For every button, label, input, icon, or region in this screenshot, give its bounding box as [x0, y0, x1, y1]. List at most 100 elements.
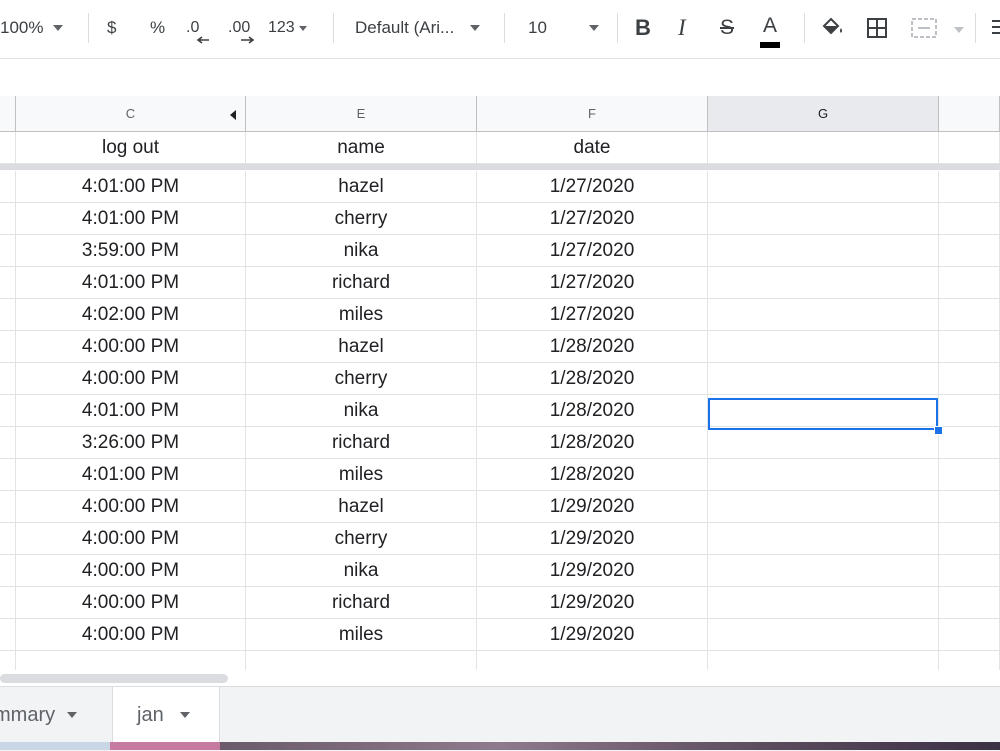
chevron-down-icon[interactable]	[67, 712, 78, 718]
cell[interactable]	[0, 395, 16, 427]
cell-date[interactable]: 1/28/2020	[477, 395, 708, 427]
cell[interactable]	[939, 267, 1000, 299]
cell-log-out[interactable]: 4:01:00 PM	[16, 203, 246, 235]
cell-name[interactable]: miles	[246, 299, 477, 331]
cell-name[interactable]: cherry	[246, 363, 477, 395]
cell[interactable]	[0, 203, 16, 235]
cell[interactable]	[0, 299, 16, 331]
column-header-h[interactable]	[939, 96, 1000, 132]
cell-name[interactable]	[246, 651, 477, 670]
cell-date[interactable]: 1/29/2020	[477, 555, 708, 587]
cell-date[interactable]	[477, 651, 708, 670]
column-header-e[interactable]: E	[246, 96, 477, 132]
header-cell-g[interactable]	[708, 132, 939, 164]
italic-button[interactable]: I	[678, 14, 686, 42]
cell-date[interactable]: 1/27/2020	[477, 267, 708, 299]
header-cell-date[interactable]: date	[477, 132, 708, 164]
cell-name[interactable]: hazel	[246, 171, 477, 203]
cell[interactable]	[939, 459, 1000, 491]
column-header-f[interactable]: F	[477, 96, 708, 132]
cell[interactable]	[939, 171, 1000, 203]
cell-name[interactable]: miles	[246, 619, 477, 651]
font-size-select[interactable]: 10	[528, 14, 599, 42]
cell[interactable]	[0, 267, 16, 299]
column-header-b-edge[interactable]	[0, 96, 16, 132]
hidden-columns-left-arrow-icon[interactable]	[230, 110, 236, 120]
cell-name[interactable]: miles	[246, 459, 477, 491]
cell[interactable]	[939, 235, 1000, 267]
cell-g[interactable]	[708, 171, 939, 203]
cell-name[interactable]: hazel	[246, 491, 477, 523]
chevron-down-icon[interactable]	[954, 27, 964, 33]
text-color-button[interactable]: A	[760, 14, 781, 48]
header-cell-name[interactable]: name	[246, 132, 477, 164]
cell[interactable]	[0, 171, 16, 203]
format-currency-button[interactable]: $	[107, 14, 116, 42]
cell-g[interactable]	[708, 299, 939, 331]
cell[interactable]	[0, 235, 16, 267]
formula-bar[interactable]	[0, 59, 1000, 97]
cell-log-out[interactable]	[16, 651, 246, 670]
cell-name[interactable]: richard	[246, 427, 477, 459]
cell-log-out[interactable]: 4:00:00 PM	[16, 363, 246, 395]
cell-g[interactable]	[708, 363, 939, 395]
frozen-row-divider[interactable]	[0, 164, 1000, 170]
cell-log-out[interactable]: 4:00:00 PM	[16, 587, 246, 619]
cell[interactable]	[939, 523, 1000, 555]
cell-g[interactable]	[708, 203, 939, 235]
cell[interactable]	[0, 132, 16, 164]
cell[interactable]	[0, 619, 16, 651]
chevron-down-icon[interactable]	[179, 712, 190, 718]
cell-date[interactable]: 1/27/2020	[477, 171, 708, 203]
cell[interactable]	[939, 203, 1000, 235]
cell-g[interactable]	[708, 523, 939, 555]
cell-g[interactable]	[708, 235, 939, 267]
cell-g[interactable]	[708, 459, 939, 491]
cell[interactable]	[939, 363, 1000, 395]
borders-icon[interactable]	[866, 17, 888, 39]
cell-name[interactable]: nika	[246, 395, 477, 427]
format-percent-button[interactable]: %	[150, 14, 165, 42]
cell-date[interactable]: 1/29/2020	[477, 523, 708, 555]
bold-button[interactable]: B	[635, 14, 651, 42]
cell[interactable]	[0, 523, 16, 555]
cell-log-out[interactable]: 4:00:00 PM	[16, 619, 246, 651]
cell-date[interactable]: 1/28/2020	[477, 363, 708, 395]
cell-g[interactable]	[708, 619, 939, 651]
cell-log-out[interactable]: 4:01:00 PM	[16, 267, 246, 299]
cell-log-out[interactable]: 4:00:00 PM	[16, 555, 246, 587]
cell-log-out[interactable]: 4:01:00 PM	[16, 459, 246, 491]
cell[interactable]	[0, 363, 16, 395]
cell-log-out[interactable]: 4:00:00 PM	[16, 331, 246, 363]
cell-log-out[interactable]: 4:02:00 PM	[16, 299, 246, 331]
cell-log-out[interactable]: 4:01:00 PM	[16, 171, 246, 203]
cell-name[interactable]: cherry	[246, 523, 477, 555]
sheet-tab-jan[interactable]: jan	[112, 687, 220, 743]
active-cell-selection[interactable]	[708, 398, 938, 430]
cell-date[interactable]: 1/28/2020	[477, 331, 708, 363]
column-header-c[interactable]: C	[16, 96, 246, 132]
zoom-select[interactable]: 100%	[0, 14, 64, 42]
cell[interactable]	[939, 132, 1000, 164]
cell[interactable]	[0, 331, 16, 363]
fill-color-icon[interactable]	[820, 16, 846, 38]
cell-name[interactable]: hazel	[246, 331, 477, 363]
cell-g[interactable]	[708, 587, 939, 619]
cell-name[interactable]: richard	[246, 587, 477, 619]
cell-log-out[interactable]: 3:59:00 PM	[16, 235, 246, 267]
strikethrough-button[interactable]: S	[720, 14, 734, 42]
cell-g[interactable]	[708, 331, 939, 363]
cell[interactable]	[939, 651, 1000, 670]
cell-g[interactable]	[708, 651, 939, 670]
cell-date[interactable]: 1/28/2020	[477, 427, 708, 459]
column-header-g[interactable]: G	[708, 96, 939, 132]
cell-g[interactable]	[708, 491, 939, 523]
cell-name[interactable]: nika	[246, 555, 477, 587]
fill-handle[interactable]	[934, 426, 943, 435]
cell[interactable]	[0, 459, 16, 491]
font-select[interactable]: Default (Ari...	[355, 14, 481, 42]
cell[interactable]	[0, 587, 16, 619]
cell-date[interactable]: 1/29/2020	[477, 491, 708, 523]
cell[interactable]	[939, 331, 1000, 363]
align-icon[interactable]	[990, 18, 1000, 38]
